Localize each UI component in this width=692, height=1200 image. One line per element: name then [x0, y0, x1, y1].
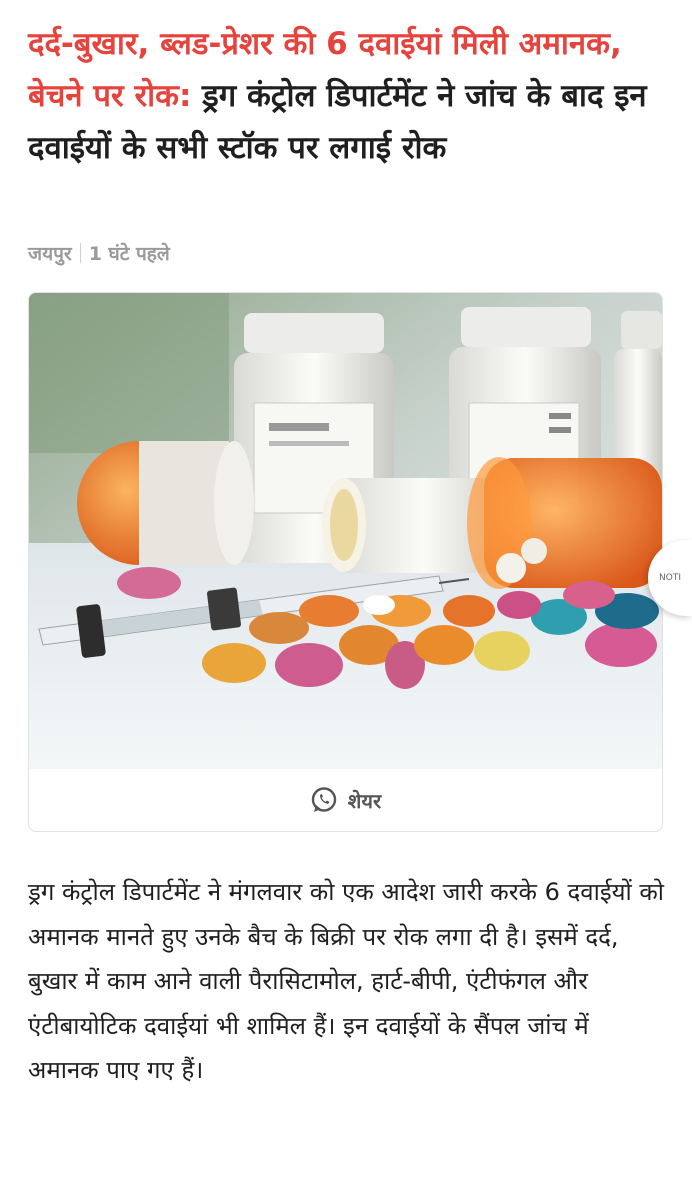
- article-meta: जयपुर 1 घंटे पहले: [28, 240, 170, 266]
- article-media-card: शेयर: [28, 292, 663, 832]
- amber-bottle-right: [467, 457, 662, 589]
- share-button[interactable]: शेयर: [29, 769, 662, 831]
- timestamp: 1 घंटे पहले: [88, 243, 170, 265]
- article-paragraph: ड्रग कंट्रोल डिपार्टमेंट ने मंगलवार को ए…: [28, 878, 665, 1084]
- headline: दर्द-बुखार, ब्लड-प्रेशर की 6 दवाईयां मिल…: [28, 18, 668, 174]
- whatsapp-icon: [311, 787, 336, 812]
- meta-divider: [79, 243, 81, 263]
- article-image[interactable]: [29, 293, 662, 769]
- share-label: शेयर: [347, 788, 382, 813]
- notification-tab-label: NOTI: [659, 573, 681, 583]
- location-label[interactable]: जयपुर: [28, 240, 72, 266]
- amber-bottle-left: [77, 441, 254, 565]
